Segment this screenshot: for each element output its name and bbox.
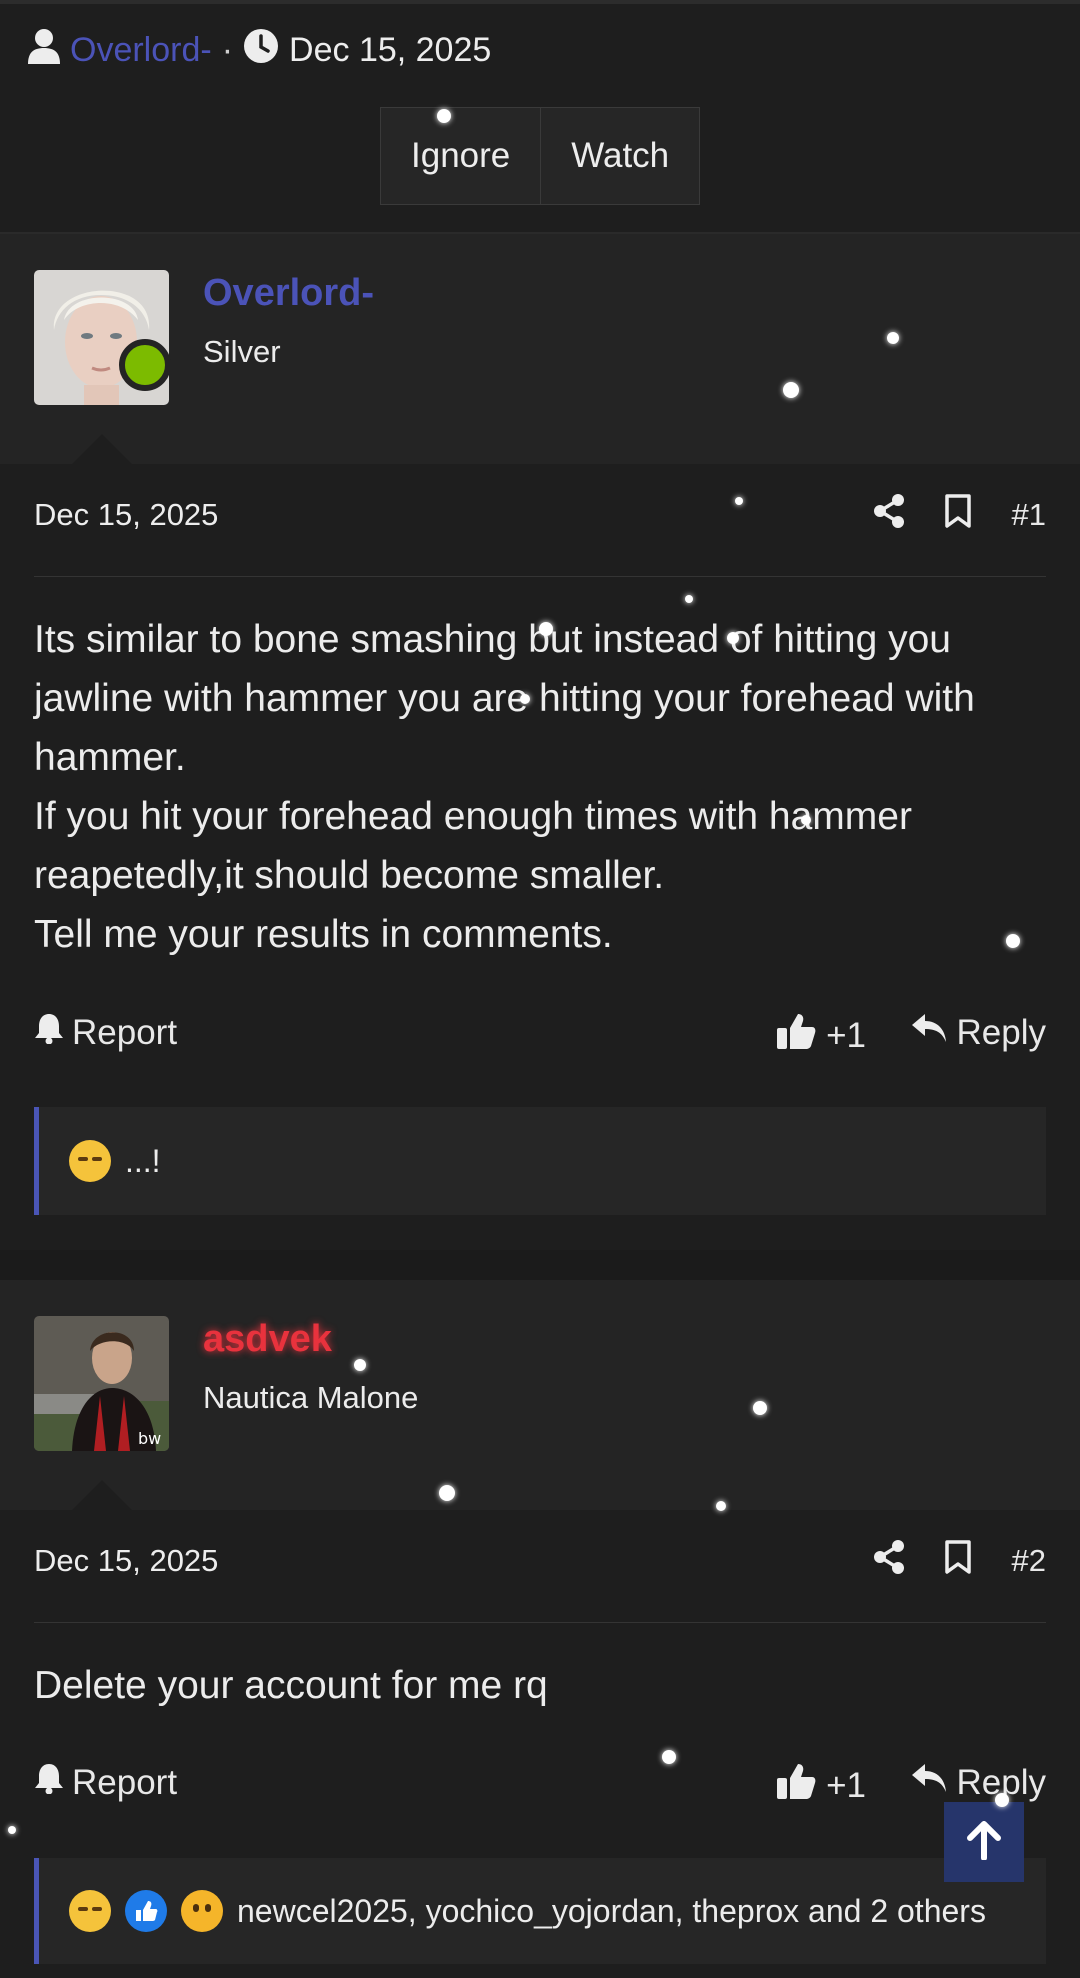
- thread-date: Dec 15, 2025: [289, 30, 492, 69]
- thread-actions: Ignore Watch: [380, 107, 701, 205]
- post-2-user-header: bw asdvek Nautica Malone: [0, 1280, 1080, 1510]
- snowflake-decoration: [801, 815, 811, 825]
- bookmark-icon[interactable]: [944, 494, 972, 536]
- crying-laughing-emoji-icon: [69, 1140, 111, 1182]
- bell-icon: [34, 1762, 64, 1803]
- like-count: +1: [826, 1765, 866, 1805]
- snowflake-decoration: [662, 1750, 676, 1764]
- thumbs-up-icon: [776, 1012, 816, 1059]
- svg-text:bw: bw: [138, 1429, 161, 1448]
- snowflake-decoration: [727, 632, 739, 644]
- post-2-footer: Report +1 Reply: [34, 1762, 1046, 1812]
- snowflake-decoration: [437, 109, 451, 123]
- snowflake-decoration: [716, 1501, 726, 1511]
- report-label: Report: [72, 1012, 178, 1052]
- ignore-button[interactable]: Ignore: [381, 108, 540, 204]
- like-button[interactable]: +1: [776, 1762, 866, 1809]
- post-1-user-header: Overlord- Silver: [0, 234, 1080, 464]
- avatar[interactable]: bw: [34, 1316, 169, 1451]
- like-count: +1: [826, 1015, 866, 1055]
- post-2-user-title: Nautica Malone: [203, 1380, 419, 1415]
- reply-label: Reply: [956, 1012, 1046, 1052]
- thumbs-up-icon: [776, 1762, 816, 1809]
- reply-arrow-icon: [911, 1012, 947, 1053]
- post-1-date[interactable]: Dec 15, 2025: [34, 497, 218, 533]
- meta-separator: ·: [221, 30, 234, 69]
- report-label: Report: [72, 1762, 178, 1802]
- post-1-body: Its similar to bone smashing but instead…: [34, 610, 1046, 964]
- snowflake-decoration: [887, 332, 899, 344]
- post-1-username[interactable]: Overlord-: [203, 272, 374, 315]
- post-2-username[interactable]: asdvek: [203, 1318, 332, 1361]
- snowflake-decoration: [735, 497, 743, 505]
- post-gap: [0, 1250, 1080, 1280]
- snowflake-decoration: [8, 1826, 16, 1834]
- arrow-up-icon: [966, 1820, 1002, 1865]
- post-1-user-title: Silver: [203, 334, 281, 369]
- top-border: [0, 0, 1080, 4]
- bookmark-icon[interactable]: [944, 1540, 972, 1582]
- post-2-reactions-bar[interactable]: newcel2025, yochico_yojordan, theprox an…: [34, 1858, 1046, 1964]
- divider: [34, 1622, 1046, 1623]
- snowflake-decoration: [685, 595, 693, 603]
- crying-laughing-emoji-icon: [69, 1890, 111, 1932]
- share-icon[interactable]: [873, 494, 904, 536]
- reply-arrow-icon: [911, 1762, 947, 1803]
- reactions-summary[interactable]: newcel2025, yochico_yojordan, theprox an…: [237, 1893, 986, 1930]
- divider: [34, 576, 1046, 577]
- snowflake-decoration: [520, 694, 530, 704]
- sad-emoji-icon: [181, 1890, 223, 1932]
- scroll-to-top-button[interactable]: [944, 1802, 1024, 1882]
- snowflake-decoration: [783, 382, 799, 398]
- post-1-paragraph: If you hit your forehead enough times wi…: [34, 795, 912, 897]
- post-1-tools: #1: [873, 494, 1046, 536]
- post-2-date[interactable]: Dec 15, 2025: [34, 1543, 218, 1579]
- bell-icon: [34, 1012, 64, 1053]
- post-1-number[interactable]: #1: [1012, 497, 1046, 533]
- post-1-paragraph: Tell me your results in comments.: [34, 913, 613, 956]
- user-arrow-pointer: [72, 1480, 132, 1510]
- post-2-tools: #2: [873, 1540, 1046, 1582]
- snowflake-decoration: [995, 1793, 1009, 1807]
- reply-button[interactable]: Reply: [911, 1762, 1046, 1803]
- share-icon[interactable]: [873, 1540, 904, 1582]
- snowflake-decoration: [753, 1401, 767, 1415]
- snowflake-decoration: [539, 622, 553, 636]
- post-2-paragraph: Delete your account for me rq: [34, 1664, 548, 1707]
- thread-author-link[interactable]: Overlord-: [70, 31, 212, 70]
- user-icon: [28, 28, 60, 73]
- thumbs-up-emoji-icon: [125, 1890, 167, 1932]
- snowflake-decoration: [354, 1359, 366, 1371]
- thread-meta: Overlord- · Dec 15, 2025: [28, 28, 492, 73]
- post-1-paragraph: Its similar to bone smashing but instead…: [34, 618, 975, 779]
- online-status-indicator: [119, 339, 171, 391]
- clock-icon: [243, 28, 279, 73]
- post-2-number[interactable]: #2: [1012, 1543, 1046, 1579]
- post-1-reactions-bar[interactable]: ...!: [34, 1107, 1046, 1215]
- snowflake-decoration: [439, 1485, 455, 1501]
- watch-button[interactable]: Watch: [540, 108, 699, 204]
- user-arrow-pointer: [72, 434, 132, 464]
- like-button[interactable]: +1: [776, 1012, 866, 1059]
- report-button[interactable]: Report: [34, 1012, 177, 1053]
- report-button[interactable]: Report: [34, 1762, 177, 1803]
- post-1-footer: Report +1 Reply: [34, 1012, 1046, 1062]
- reply-button[interactable]: Reply: [911, 1012, 1046, 1053]
- snowflake-decoration: [1006, 934, 1020, 948]
- reactions-summary[interactable]: ...!: [125, 1143, 161, 1180]
- post-2-body: Delete your account for me rq: [34, 1656, 1046, 1715]
